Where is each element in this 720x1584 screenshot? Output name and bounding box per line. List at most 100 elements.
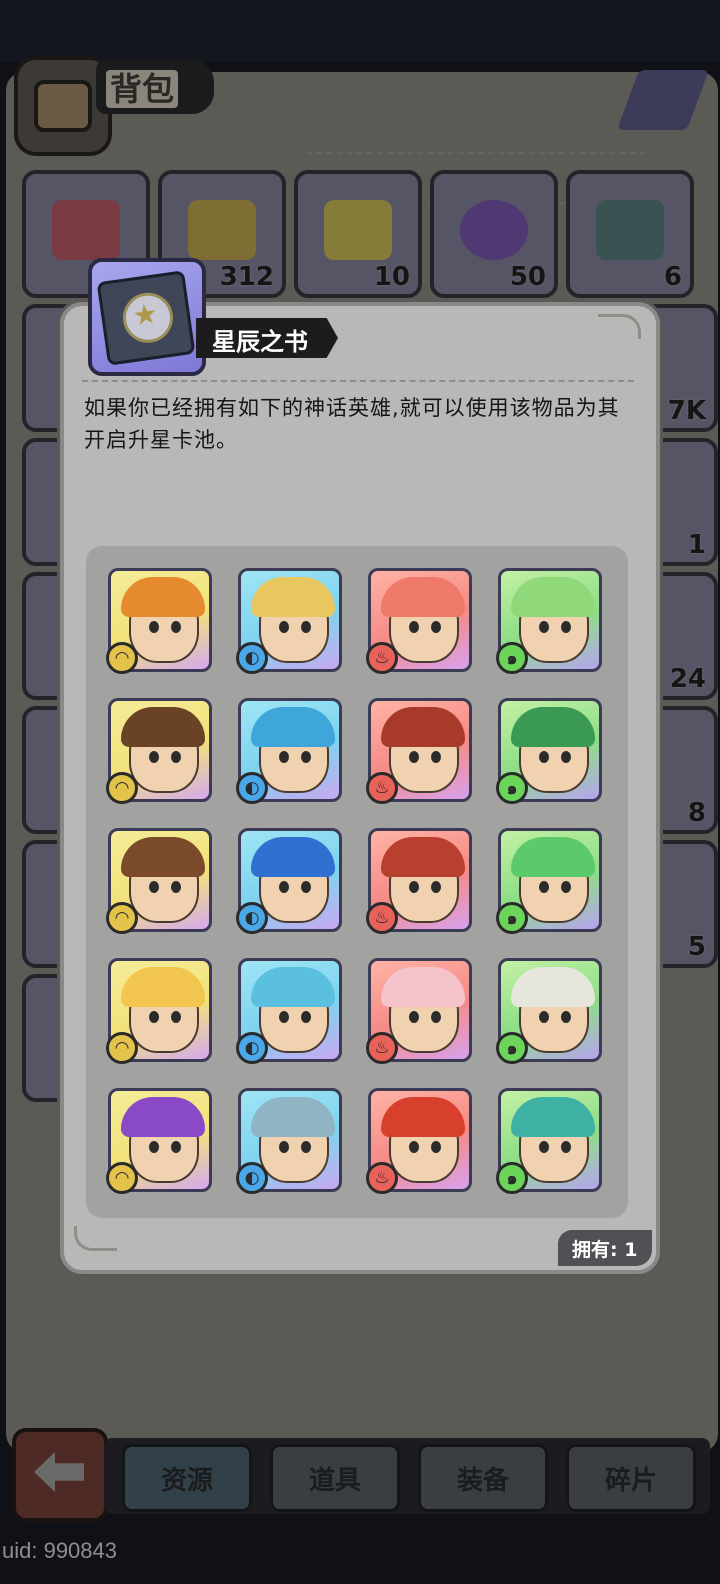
water-element-icon: ◐ (236, 1162, 268, 1194)
item-quantity: 312 (219, 262, 274, 292)
wind-element-icon: ๑ (496, 1162, 528, 1194)
hero-hair (121, 837, 205, 877)
item-quantity: 6 (663, 262, 682, 292)
uid-label: uid: 990843 (2, 1538, 117, 1563)
hero-eye (301, 621, 311, 633)
item-quantity: 8 (687, 798, 706, 828)
hero-hair (251, 577, 335, 617)
page-title: 背包 (106, 64, 179, 110)
hero-hair (251, 837, 335, 877)
water-element-icon: ◐ (236, 902, 268, 934)
hero-hair (251, 707, 335, 747)
water-element-icon: ◐ (236, 1032, 268, 1064)
hero-eye (279, 1141, 289, 1153)
hero-eye (561, 1141, 571, 1153)
hero-hair (511, 577, 595, 617)
hero-hair (511, 707, 595, 747)
hero-hair (381, 967, 465, 1007)
item-name: 星辰之书 (212, 328, 308, 356)
item-slot[interactable]: 10 (294, 170, 422, 298)
water-element-icon: ◐ (236, 772, 268, 804)
earth-element-icon: ◠ (106, 1162, 138, 1194)
hero-eye (301, 881, 311, 893)
wind-element-icon: ๑ (496, 902, 528, 934)
purple-crest-icon (460, 200, 528, 260)
earth-element-icon: ◠ (106, 1032, 138, 1064)
tab-fragments[interactable]: 碎片 (566, 1444, 696, 1512)
hero-eye (409, 621, 419, 633)
earth-element-icon: ◠ (106, 772, 138, 804)
helmet-book-icon (596, 200, 664, 260)
top-bar (0, 0, 720, 62)
hero-hair (381, 707, 465, 747)
gold-gem-icon (188, 200, 256, 260)
hero-eye (171, 1011, 181, 1023)
fire-element-icon: ♨ (366, 642, 398, 674)
item-slot[interactable]: 6 (566, 170, 694, 298)
hero-eye (279, 621, 289, 633)
hero-eye (409, 1141, 419, 1153)
fire-element-icon: ♨ (366, 1032, 398, 1064)
item-quantity: 10 (373, 262, 410, 292)
fire-element-icon: ♨ (366, 772, 398, 804)
item-slot[interactable]: 50 (430, 170, 558, 298)
earth-element-icon: ◠ (106, 902, 138, 934)
hero-hair (251, 1097, 335, 1137)
hero-eye (561, 881, 571, 893)
wind-element-icon: ๑ (496, 642, 528, 674)
hero-hair (121, 1097, 205, 1137)
hero-eye (539, 621, 549, 633)
item-description: 如果你已经拥有如下的神话英雄,就可以使用该物品为其开启升星卡池。 (84, 396, 620, 452)
hero-eye (171, 751, 181, 763)
hero-eye (539, 881, 549, 893)
hero-eye (301, 1141, 311, 1153)
item-quantity: 24 (669, 664, 706, 694)
hero-hair (381, 577, 465, 617)
hero-eye (431, 1141, 441, 1153)
earth-element-icon: ◠ (106, 642, 138, 674)
hero-eye (279, 881, 289, 893)
fire-element-icon: ♨ (366, 902, 398, 934)
popup-corner-ornament (74, 1226, 117, 1251)
hero-hair (511, 967, 595, 1007)
hero-eye (539, 1011, 549, 1023)
hero-hair (251, 967, 335, 1007)
hero-eye (301, 1011, 311, 1023)
hero-hair (381, 1097, 465, 1137)
red-gem-icon (52, 200, 120, 260)
hero-hair (511, 1097, 595, 1137)
back-arrow-icon (34, 1452, 84, 1492)
hero-eye (279, 1011, 289, 1023)
hero-eye (409, 751, 419, 763)
hero-eye (171, 1141, 181, 1153)
hero-eye (171, 881, 181, 893)
hero-eye (561, 751, 571, 763)
wind-element-icon: ๑ (496, 1032, 528, 1064)
item-quantity: 1 (687, 530, 706, 560)
item-quantity: 50 (509, 262, 546, 292)
hero-hair (121, 707, 205, 747)
hero-eye (149, 1011, 159, 1023)
hero-eye (301, 751, 311, 763)
item-quantity: 5 (687, 932, 706, 962)
hero-eye (279, 751, 289, 763)
back-button[interactable] (12, 1428, 108, 1522)
water-element-icon: ◐ (236, 642, 268, 674)
hero-eye (149, 1141, 159, 1153)
fire-element-icon: ♨ (366, 1162, 398, 1194)
tab-items[interactable]: 道具 (270, 1444, 400, 1512)
hero-eye (149, 621, 159, 633)
hero-eye (431, 1011, 441, 1023)
hero-eye (171, 621, 181, 633)
item-quantity: 7K (667, 396, 706, 426)
owned-count: 拥有: 1 (572, 1239, 638, 1261)
hero-eye (561, 1011, 571, 1023)
tab-resources[interactable]: 资源 (122, 1444, 252, 1512)
hero-hair (121, 577, 205, 617)
hero-eye (149, 881, 159, 893)
hero-hair (121, 967, 205, 1007)
wind-element-icon: ๑ (496, 772, 528, 804)
hero-eye (409, 881, 419, 893)
tab-equipment[interactable]: 装备 (418, 1444, 548, 1512)
hero-eye (561, 621, 571, 633)
